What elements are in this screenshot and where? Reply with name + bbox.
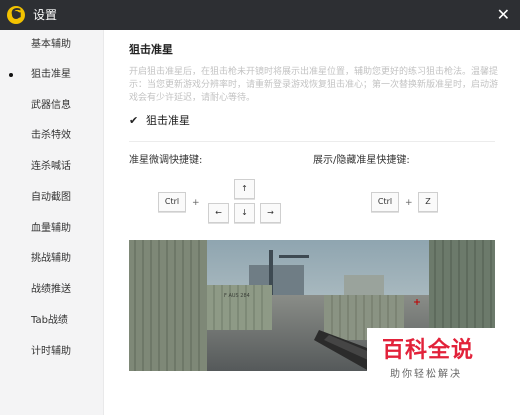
arrow-right-key[interactable]: → xyxy=(260,203,281,223)
toggle-hotkey-label: 展示/隐藏准星快捷键: xyxy=(313,155,410,166)
checkmark-icon: ✔ xyxy=(129,114,139,127)
toggle-ctrl-key[interactable]: Ctrl xyxy=(371,192,399,212)
sidebar-item-label: 狙击准星 xyxy=(31,69,71,80)
sidebar-item-label: 自动截图 xyxy=(31,192,71,203)
sidebar-item-label: 基本辅助 xyxy=(31,39,71,50)
app-logo-icon: G xyxy=(7,6,25,24)
arrow-left-key[interactable]: ← xyxy=(208,203,229,223)
window-title: 设置 xyxy=(33,8,58,22)
title-bar: G 设置 ✕ xyxy=(0,0,520,30)
sidebar-item-label: 挑战辅助 xyxy=(31,253,71,264)
sidebar-item-sniper-crosshair[interactable]: 狙击准星 xyxy=(0,63,103,87)
sidebar-item-timer-assist[interactable]: 计时辅助 xyxy=(0,340,103,364)
sidebar-item-label: 血量辅助 xyxy=(31,223,71,234)
active-indicator-dot xyxy=(9,73,13,77)
arrow-up-key[interactable]: ↑ xyxy=(234,179,255,199)
sidebar-item-basic-assist[interactable]: 基本辅助 xyxy=(0,33,103,57)
toggle-z-key[interactable]: Z xyxy=(418,192,438,212)
close-icon[interactable]: ✕ xyxy=(497,5,510,25)
sidebar-item-killstreak-callout[interactable]: 连杀喊话 xyxy=(0,155,103,179)
sidebar-item-tab-stats[interactable]: Tab战绩 xyxy=(0,309,103,333)
section-title: 狙击准星 xyxy=(129,43,173,56)
sidebar-item-label: 计时辅助 xyxy=(31,346,71,357)
watermark-title: 百科全说 xyxy=(382,338,475,363)
sidebar-item-label: 连杀喊话 xyxy=(31,161,71,172)
sidebar-item-label: 击杀特效 xyxy=(31,130,71,141)
sidebar-item-weapon-info[interactable]: 武器信息 xyxy=(0,94,103,118)
sidebar-item-kill-effects[interactable]: 击杀特效 xyxy=(0,124,103,148)
watermark-subtitle: 助你轻松解决 xyxy=(390,369,462,380)
description-text: 开启狙击准星后，在狙击枪未开镜时将展示出准星位置，辅助您更好的练习狙击枪法。温馨… xyxy=(129,67,499,103)
fine-tune-hotkey-label: 准星微调快捷键: xyxy=(129,155,203,166)
watermark: 百科全说 助你轻松解决 xyxy=(367,328,495,388)
sidebar-item-auto-screenshot[interactable]: 自动截图 xyxy=(0,186,103,210)
checkbox-label: 狙击准星 xyxy=(146,114,190,127)
sidebar: 基本辅助 狙击准星 武器信息 击杀特效 连杀喊话 自动截图 血量辅助 挑战辅助 … xyxy=(0,30,104,415)
fine-tune-ctrl-key[interactable]: Ctrl xyxy=(158,192,186,212)
sidebar-item-label: 战绩推送 xyxy=(31,284,71,295)
divider xyxy=(129,141,495,142)
plus-sign: + xyxy=(405,198,413,208)
arrow-down-key[interactable]: ↓ xyxy=(234,203,255,223)
sidebar-item-health-assist[interactable]: 血量辅助 xyxy=(0,217,103,241)
sidebar-item-record-push[interactable]: 战绩推送 xyxy=(0,278,103,302)
sidebar-item-label: 武器信息 xyxy=(31,100,71,111)
sidebar-item-challenge-assist[interactable]: 挑战辅助 xyxy=(0,247,103,271)
logo-letter: G xyxy=(11,7,22,22)
sidebar-item-label: Tab战绩 xyxy=(31,315,68,326)
container-marking: F AUS 284 xyxy=(224,293,250,299)
plus-sign: + xyxy=(192,198,200,208)
